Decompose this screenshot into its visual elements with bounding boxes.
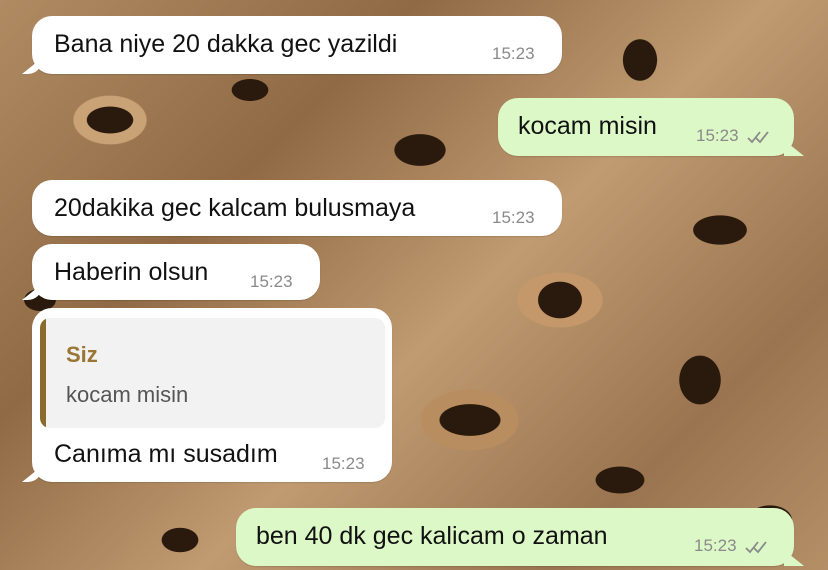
message-text: kocam misin (518, 112, 657, 140)
message-bubble-outgoing[interactable]: kocam misin 15:23 (498, 98, 804, 156)
message-text: Canıma mı susadım (54, 440, 278, 468)
message-bubble-incoming[interactable]: Haberin olsun 15:23 (22, 244, 320, 300)
message-text: 20dakika gec kalcam bulusmaya (54, 194, 416, 222)
message-timestamp: 15:23 (492, 208, 535, 227)
double-check-icon (747, 130, 769, 143)
message-text: Haberin olsun (54, 258, 209, 286)
message-bubble-incoming[interactable]: Bana niye 20 dakka gec yazildi 15:23 (22, 16, 562, 74)
message-bubble-outgoing[interactable]: ben 40 dk gec kalicam o zaman 15:23 (236, 508, 804, 566)
message-timestamp: 15:23 (492, 44, 535, 63)
message-bubble-incoming[interactable]: 20dakika gec kalcam bulusmaya 15:23 (32, 180, 562, 236)
double-check-icon (745, 540, 767, 553)
message-timestamp: 15:23 (250, 272, 293, 291)
reply-author: Siz (66, 342, 98, 367)
message-text: Bana niye 20 dakka gec yazildi (54, 30, 398, 58)
message-timestamp: 15:23 (696, 126, 773, 146)
timestamp-text: 15:23 (694, 536, 737, 555)
timestamp-text: 15:23 (696, 126, 739, 145)
message-bubble-incoming[interactable]: Siz kocam misin Canıma mı susadım 15:23 (22, 308, 392, 482)
message-timestamp: 15:23 (694, 536, 771, 556)
reply-text: kocam misin (66, 382, 189, 407)
reply-quote[interactable]: Siz kocam misin (40, 318, 385, 428)
message-timestamp: 15:23 (322, 454, 365, 473)
message-text: ben 40 dk gec kalicam o zaman (256, 522, 608, 550)
reply-quote-bar (40, 318, 46, 428)
